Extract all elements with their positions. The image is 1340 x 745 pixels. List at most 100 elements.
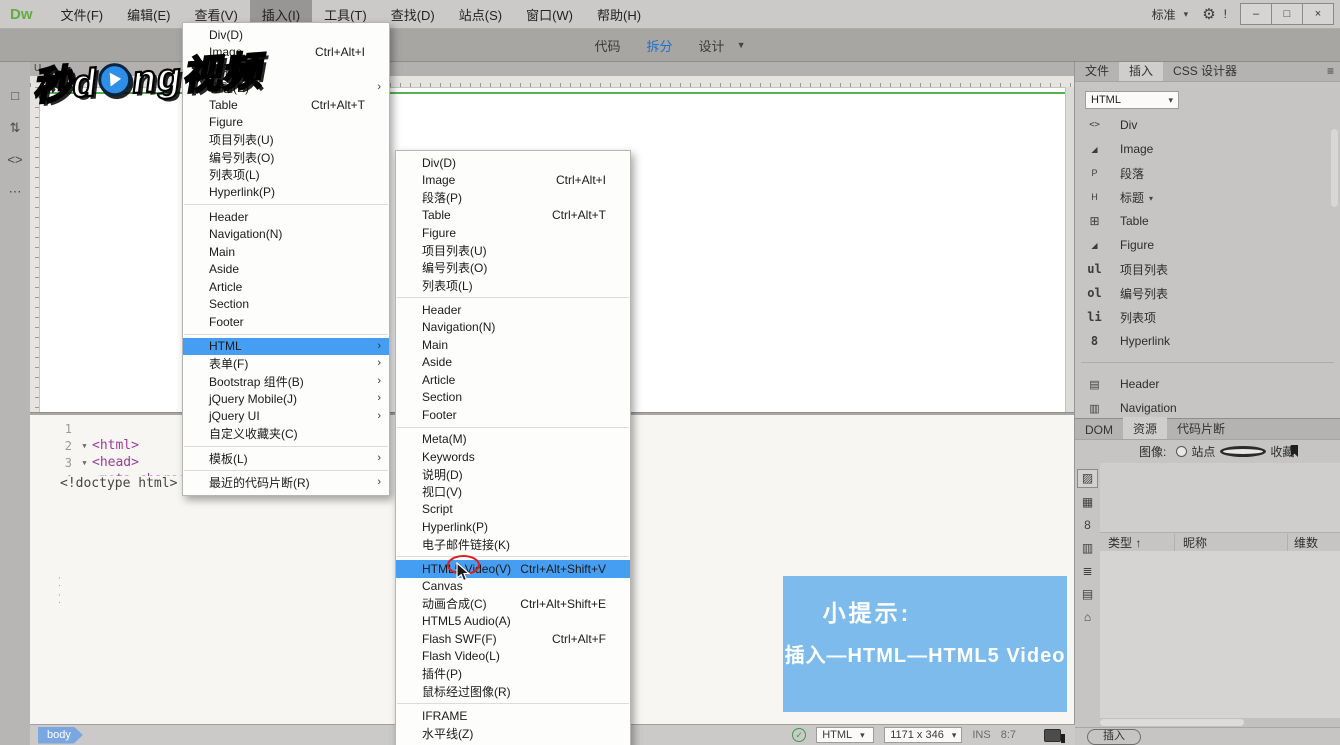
insert-panel-item[interactable]: 列表项 — [1075, 305, 1340, 329]
menu-item[interactable]: Header › — [183, 208, 389, 226]
menu-item[interactable]: Navigation(N) › — [183, 226, 389, 244]
window-size-select[interactable]: 1171 x 346 ▾ — [884, 727, 962, 743]
new-file-icon[interactable] — [1295, 731, 1309, 743]
insert-panel-item[interactable]: 段落 — [1075, 161, 1340, 185]
close-button[interactable]: × — [1302, 3, 1334, 25]
menu-item[interactable]: Aside › — [183, 261, 389, 279]
menu-item[interactable]: 插件(P) › — [396, 665, 630, 683]
insert-panel-item[interactable]: Hyperlink — [1075, 329, 1340, 353]
menu-item[interactable]: 项目列表(U) › — [396, 242, 630, 260]
assets-list-empty[interactable] — [1100, 551, 1340, 718]
refresh-icon[interactable] — [1272, 731, 1286, 743]
menu-item[interactable]: 项目列表(U) › — [183, 131, 389, 149]
delete-icon[interactable] — [1318, 731, 1332, 743]
menu-item[interactable]: 帮助(H) — [585, 0, 653, 29]
menu-item[interactable]: 鼠标经过图像(R) › — [396, 683, 630, 701]
fold-arrow-icon[interactable]: ▼ — [77, 459, 92, 467]
bookmark-icon[interactable] — [1291, 445, 1298, 457]
menu-item[interactable]: 列表项(L) › — [183, 166, 389, 184]
menu-item[interactable]: 站点(S) — [447, 0, 514, 29]
menu-item[interactable]: Keywords › — [396, 448, 630, 466]
menu-item[interactable]: Figure › — [396, 224, 630, 242]
menu-item[interactable]: 最近的代码片断(R) › — [183, 474, 389, 492]
insert-panel-item[interactable]: Image — [1075, 137, 1340, 161]
new-document-icon[interactable]: □ — [6, 87, 24, 105]
templates-icon[interactable]: ▤ — [1078, 586, 1097, 603]
assets-radio[interactable]: 收藏 — [1220, 443, 1294, 460]
menu-item[interactable]: Main › — [396, 336, 630, 354]
insert-panel-item[interactable]: Figure — [1075, 233, 1340, 257]
panel-tab[interactable]: 文件 — [1075, 59, 1119, 81]
code-view-icon[interactable]: <> — [6, 151, 24, 169]
menu-item[interactable]: Canvas › — [396, 578, 630, 596]
design-dropdown-caret[interactable]: ▼ — [737, 40, 746, 50]
menu-item[interactable]: 编号列表(O) › — [396, 259, 630, 277]
menu-item[interactable]: 动画合成(C) Ctrl+Alt+Shift+E › — [396, 595, 630, 613]
device-preview-icon[interactable] — [1044, 729, 1061, 742]
library-icon[interactable]: ⌂ — [1078, 609, 1097, 626]
menu-item[interactable]: Article › — [396, 371, 630, 389]
insert-panel-item[interactable]: 标题 — [1075, 185, 1340, 209]
sort-icon[interactable]: ⇅ — [6, 119, 24, 137]
minimize-button[interactable]: – — [1240, 3, 1272, 25]
menu-item[interactable]: Div(D) › — [183, 26, 389, 44]
images-icon[interactable]: ▨ — [1077, 469, 1098, 488]
menu-item[interactable]: 说明(D) › — [396, 466, 630, 484]
menu-item[interactable]: Meta(M) › — [396, 431, 630, 449]
insert-panel-item[interactable]: Div — [1075, 113, 1340, 137]
menu-item[interactable]: Article › — [183, 278, 389, 296]
menu-item[interactable]: 窗口(W) — [514, 0, 585, 29]
insert-panel-item[interactable]: 编号列表 — [1075, 281, 1340, 305]
menu-item[interactable]: jQuery UI › — [183, 408, 389, 426]
menu-item[interactable]: Table Ctrl+Alt+T › — [396, 207, 630, 225]
insert-panel-item[interactable]: 项目列表 — [1075, 257, 1340, 281]
menu-item[interactable]: Footer › — [183, 313, 389, 331]
menu-item[interactable]: Hyperlink(P) › — [396, 518, 630, 536]
menu-item[interactable]: jQuery Mobile(J) › — [183, 390, 389, 408]
panel-tab[interactable]: CSS 设计器 — [1163, 59, 1247, 81]
menu-item[interactable]: Div(D) › — [396, 154, 630, 172]
menu-item[interactable]: Header › — [396, 301, 630, 319]
menu-item[interactable]: Flash SWF(F) Ctrl+Alt+F › — [396, 630, 630, 648]
menu-item[interactable]: 电子邮件链接(K) › — [396, 536, 630, 554]
menu-item[interactable]: 编辑(E) — [115, 0, 182, 29]
insert-asset-button[interactable]: 插入 — [1087, 729, 1141, 745]
panel-tab[interactable]: 插入 — [1119, 59, 1163, 81]
workspace-switcher[interactable]: 标准 ▾ — [1152, 6, 1189, 23]
assets-hscrollbar[interactable] — [1100, 718, 1340, 727]
menu-item[interactable]: Footer › — [396, 406, 630, 424]
menu-item[interactable]: 列表项(L) › — [396, 277, 630, 295]
colors-icon[interactable]: ▦ — [1078, 494, 1097, 511]
more-icon[interactable]: ⋯ — [6, 183, 24, 201]
view-tab[interactable]: 拆分 — [647, 36, 673, 55]
sync-settings-button[interactable]: ⚙ ! — [1202, 5, 1227, 23]
menu-item[interactable]: Aside › — [396, 354, 630, 372]
menu-item[interactable]: HTML5 Audio(A) › — [396, 613, 630, 631]
new-folder-icon[interactable] — [1249, 731, 1263, 743]
panel-menu-icon[interactable]: ≡ — [1327, 64, 1334, 78]
menu-item[interactable]: 模板(L) › — [183, 450, 389, 468]
menu-item[interactable]: Figure › — [183, 114, 389, 132]
menu-item[interactable]: Bootstrap 组件(B) › — [183, 373, 389, 391]
maximize-button[interactable]: □ — [1271, 3, 1303, 25]
dom-tab[interactable]: DOM — [1075, 420, 1123, 439]
menu-item[interactable]: 段落(P) › — [396, 189, 630, 207]
scripts-icon[interactable]: ≣ — [1078, 563, 1097, 580]
dom-tab[interactable]: 资源 — [1123, 417, 1167, 439]
menu-item[interactable]: Navigation(N) › — [396, 319, 630, 337]
menu-item[interactable]: 编号列表(O) › — [183, 149, 389, 167]
menu-item[interactable]: 表单(F) › — [183, 355, 389, 373]
insert-category-select[interactable]: HTML ▾ — [1085, 91, 1179, 109]
menu-item[interactable]: Flash Video(L) › — [396, 648, 630, 666]
menu-item[interactable]: Image Ctrl+Alt+I › — [396, 172, 630, 190]
menu-item[interactable]: Script › — [396, 501, 630, 519]
doctype-select[interactable]: HTML ▾ — [816, 727, 874, 743]
scrollbar-thumb[interactable] — [1100, 719, 1244, 726]
column-type[interactable]: 类型 ↑ — [1100, 534, 1174, 551]
dom-tab[interactable]: 代码片断 — [1167, 417, 1235, 439]
media-icon[interactable]: ▥ — [1078, 540, 1097, 557]
view-tab[interactable]: 设计 — [699, 36, 725, 55]
assets-radio[interactable]: 站点 — [1176, 443, 1215, 460]
tag-selector-body[interactable]: body — [38, 727, 83, 744]
menu-item[interactable]: HTML5 Video(V) Ctrl+Alt+Shift+V › — [396, 560, 630, 578]
